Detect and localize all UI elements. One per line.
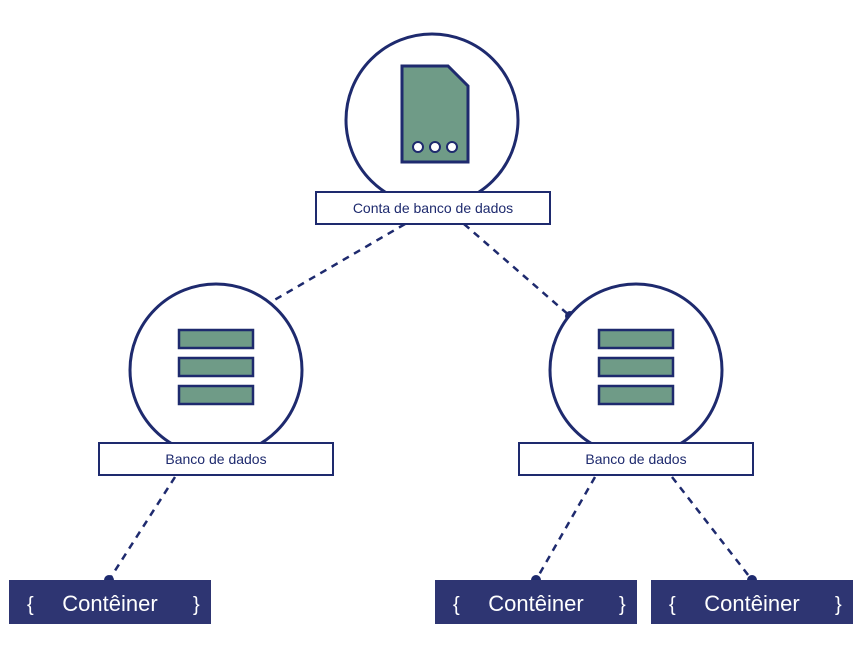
edge-database2-to-container3	[672, 477, 757, 585]
container2-node: { Contêiner }	[435, 580, 637, 624]
container3-label: Contêiner	[704, 591, 799, 616]
edge-database2-to-container2	[531, 477, 595, 585]
brace-right-icon: }	[193, 594, 200, 616]
database2-label: Banco de dados	[585, 451, 686, 467]
hierarchy-diagram: Conta de banco de dados Banco de dados B…	[0, 0, 864, 672]
account-node: Conta de banco de dados	[316, 34, 550, 224]
database1-label: Banco de dados	[165, 451, 266, 467]
container2-label: Contêiner	[488, 591, 583, 616]
brace-left-icon: {	[453, 594, 460, 616]
brace-left-icon: {	[669, 594, 676, 616]
database-bars-icon	[599, 330, 673, 404]
account-label: Conta de banco de dados	[353, 200, 513, 216]
document-icon	[402, 66, 468, 162]
brace-right-icon: }	[835, 594, 842, 616]
brace-left-icon: {	[27, 594, 34, 616]
edge-account-to-database2	[464, 224, 575, 321]
database1-node: Banco de dados	[99, 284, 333, 475]
edge-database1-to-container1	[104, 477, 175, 585]
database-bars-icon	[179, 330, 253, 404]
container3-node: { Contêiner }	[651, 580, 853, 624]
brace-right-icon: }	[619, 594, 626, 616]
container1-label: Contêiner	[62, 591, 157, 616]
container1-node: { Contêiner }	[9, 580, 211, 624]
database2-node: Banco de dados	[519, 284, 753, 475]
